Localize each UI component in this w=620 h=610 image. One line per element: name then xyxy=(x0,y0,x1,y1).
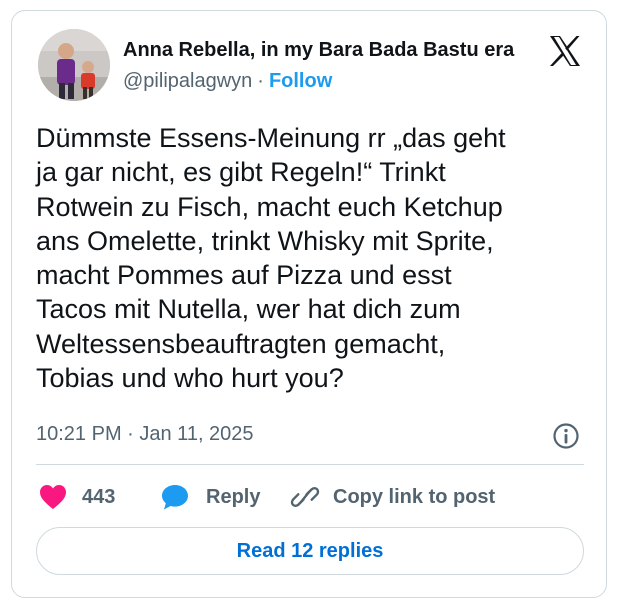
tweet-text: Dümmste Essens-Meinung rr „das geht ja g… xyxy=(36,121,596,395)
author-handle-row: @pilipalagwyn · Follow xyxy=(123,70,332,93)
read-replies-button[interactable]: Read 12 replies xyxy=(36,527,584,575)
copy-link-label: Copy link to post xyxy=(333,485,496,508)
link-icon xyxy=(290,483,320,511)
reply-label: Reply xyxy=(206,485,261,508)
author-handle[interactable]: @pilipalagwyn xyxy=(123,70,252,92)
tweet-text-line: macht Pommes auf Pizza und esst xyxy=(36,260,452,291)
tweet-timestamp[interactable]: 10:21 PM · Jan 11, 2025 xyxy=(36,423,254,446)
info-icon[interactable] xyxy=(552,422,580,450)
like-button[interactable]: 443 xyxy=(38,481,115,513)
tweet-text-line: ja gar nicht, es gibt Regeln!“ Trinkt xyxy=(36,157,446,188)
tweet-text-line: Tobias und who hurt you? xyxy=(36,363,344,394)
tweet-text-line: ans Omelette, trinkt Whisky mit Sprite, xyxy=(36,225,494,256)
tweet-text-line: Tacos mit Nutella, wer hat dich zum xyxy=(36,294,461,325)
tweet-text-line: Weltessensbeauftragten gemacht, xyxy=(36,328,446,359)
avatar-image xyxy=(38,29,110,101)
avatar[interactable] xyxy=(38,29,110,101)
reply-button[interactable]: Reply xyxy=(160,481,260,513)
divider xyxy=(36,464,584,465)
like-count: 443 xyxy=(82,485,116,508)
follow-button[interactable]: Follow xyxy=(269,70,332,92)
heart-icon xyxy=(38,483,68,511)
separator-dot: · xyxy=(257,70,264,92)
copy-link-button[interactable]: Copy link to post xyxy=(290,481,495,513)
tweet-text-line: Rotwein zu Fisch, macht euch Ketchup xyxy=(36,191,503,222)
tweet-text-line: Dümmste Essens-Meinung rr „das geht xyxy=(36,123,506,153)
speech-bubble-icon xyxy=(160,483,190,511)
author-display-name[interactable]: Anna Rebella, in my Bara Bada Bastu era xyxy=(123,39,514,62)
x-logo-icon[interactable] xyxy=(548,35,582,67)
tweet-card: Anna Rebella, in my Bara Bada Bastu era … xyxy=(11,10,607,598)
